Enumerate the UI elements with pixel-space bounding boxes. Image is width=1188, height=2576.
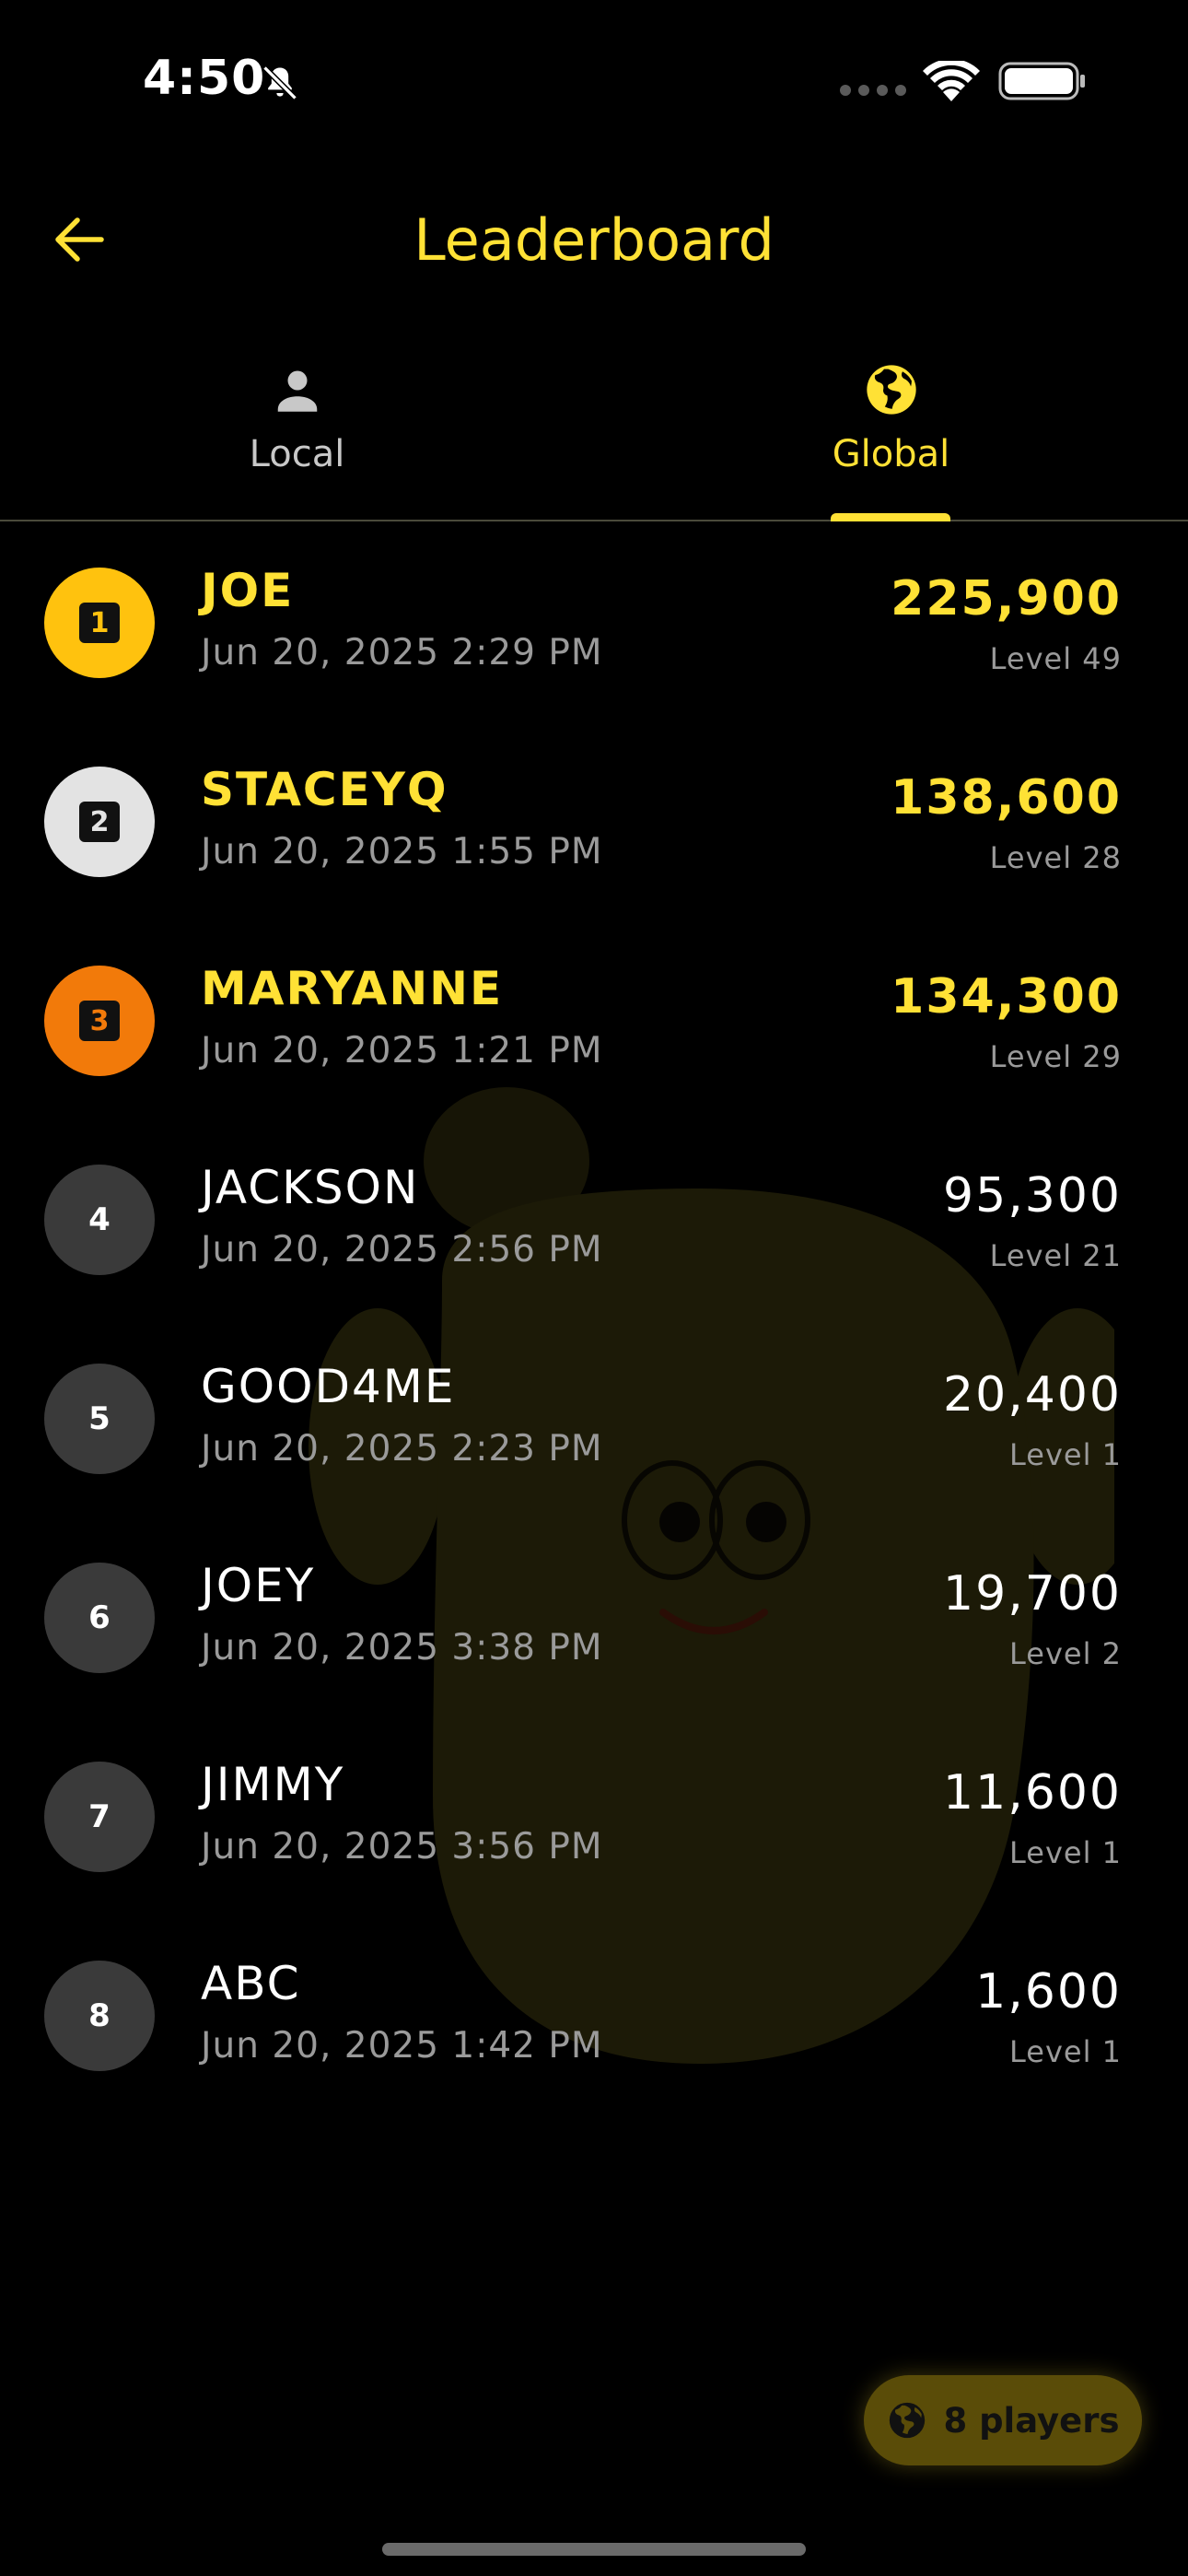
rank-number: 4 xyxy=(88,1201,111,1238)
globe-icon xyxy=(862,357,921,422)
rank-badge-silver: 2 xyxy=(44,767,155,877)
player-name: JACKSON xyxy=(201,1161,420,1214)
page-title: Leaderboard xyxy=(413,206,775,274)
player-score: 19,700 xyxy=(943,1566,1122,1622)
leaderboard-row[interactable]: 7 JIMMY Jun 20, 2025 3:56 PM 11,600 Leve… xyxy=(0,1717,1188,1916)
tab-local[interactable]: Local xyxy=(0,350,594,521)
leaderboard-row[interactable]: 5 GOOD4ME Jun 20, 2025 2:23 PM 20,400 Le… xyxy=(0,1319,1188,1518)
tab-global[interactable]: Global xyxy=(594,350,1188,521)
home-indicator xyxy=(382,2543,806,2556)
rank-badge: 8 xyxy=(44,1961,155,2071)
rank-number: 6 xyxy=(88,1599,111,1636)
player-name: ABC xyxy=(201,1957,301,2010)
battery-icon xyxy=(998,62,1087,104)
rank-number: 3 xyxy=(79,1001,120,1041)
leaderboard-list: 1 JOE Jun 20, 2025 2:29 PM 225,900 Level… xyxy=(0,523,1188,2115)
rank-number: 1 xyxy=(79,603,120,643)
players-count-button[interactable]: 8 players xyxy=(864,2375,1142,2465)
active-tab-indicator xyxy=(831,513,950,521)
leaderboard-row[interactable]: 3 MARYANNE Jun 20, 2025 1:21 PM 134,300 … xyxy=(0,921,1188,1120)
score-date: Jun 20, 2025 1:42 PM xyxy=(201,2025,603,2067)
wifi-icon xyxy=(923,58,980,107)
player-name: JOEY xyxy=(201,1559,316,1612)
player-name: JIMMY xyxy=(201,1758,345,1811)
rank-badge: 4 xyxy=(44,1165,155,1275)
score-date: Jun 20, 2025 1:55 PM xyxy=(201,831,603,872)
rank-badge: 5 xyxy=(44,1364,155,1474)
player-score: 138,600 xyxy=(891,770,1122,825)
leaderboard-row[interactable]: 8 ABC Jun 20, 2025 1:42 PM 1,600 Level 1 xyxy=(0,1916,1188,2115)
player-name: STACEYQ xyxy=(201,763,448,816)
player-level: Level 1 xyxy=(1009,2034,1122,2069)
rank-number: 7 xyxy=(88,1798,111,1835)
leaderboard-row[interactable]: 2 STACEYQ Jun 20, 2025 1:55 PM 138,600 L… xyxy=(0,722,1188,921)
bell-off-icon xyxy=(260,63,300,107)
player-score: 20,400 xyxy=(943,1367,1122,1423)
score-date: Jun 20, 2025 3:56 PM xyxy=(201,1826,603,1868)
person-icon xyxy=(270,357,325,422)
score-date: Jun 20, 2025 2:29 PM xyxy=(201,632,603,673)
tab-global-label: Global xyxy=(832,433,950,475)
rank-number: 5 xyxy=(88,1400,111,1437)
player-score: 1,600 xyxy=(975,1964,1122,2020)
cellular-signal-icon xyxy=(840,85,906,96)
leaderboard-row[interactable]: 4 JACKSON Jun 20, 2025 2:56 PM 95,300 Le… xyxy=(0,1120,1188,1319)
player-level: Level 49 xyxy=(989,641,1122,676)
player-score: 134,300 xyxy=(891,969,1122,1025)
players-count-label: 8 players xyxy=(943,2400,1120,2441)
tab-bar: Local Global xyxy=(0,350,1188,521)
player-name: GOOD4ME xyxy=(201,1360,456,1413)
rank-badge-bronze: 3 xyxy=(44,966,155,1076)
status-bar: 4:50 xyxy=(0,0,1188,157)
tab-local-label: Local xyxy=(249,433,345,475)
rank-number: 2 xyxy=(79,802,120,842)
score-date: Jun 20, 2025 1:21 PM xyxy=(201,1030,603,1071)
rank-number: 8 xyxy=(88,1997,111,2034)
score-date: Jun 20, 2025 3:38 PM xyxy=(201,1627,603,1669)
player-level: Level 28 xyxy=(989,840,1122,875)
score-date: Jun 20, 2025 2:23 PM xyxy=(201,1428,603,1469)
status-time: 4:50 xyxy=(143,51,266,106)
player-score: 225,900 xyxy=(891,571,1122,626)
globe-icon xyxy=(890,2402,926,2439)
score-date: Jun 20, 2025 2:56 PM xyxy=(201,1229,603,1270)
player-level: Level 1 xyxy=(1009,1437,1122,1472)
player-level: Level 29 xyxy=(989,1039,1122,1074)
player-level: Level 2 xyxy=(1009,1636,1122,1671)
player-name: JOE xyxy=(201,564,295,617)
rank-badge: 6 xyxy=(44,1563,155,1673)
player-score: 95,300 xyxy=(943,1168,1122,1224)
player-score: 11,600 xyxy=(943,1765,1122,1821)
player-level: Level 21 xyxy=(989,1238,1122,1273)
rank-badge-gold: 1 xyxy=(44,568,155,678)
player-level: Level 1 xyxy=(1009,1835,1122,1870)
player-name: MARYANNE xyxy=(201,962,504,1015)
leaderboard-row[interactable]: 1 JOE Jun 20, 2025 2:29 PM 225,900 Level… xyxy=(0,523,1188,722)
leaderboard-row[interactable]: 6 JOEY Jun 20, 2025 3:38 PM 19,700 Level… xyxy=(0,1518,1188,1717)
rank-badge: 7 xyxy=(44,1762,155,1872)
